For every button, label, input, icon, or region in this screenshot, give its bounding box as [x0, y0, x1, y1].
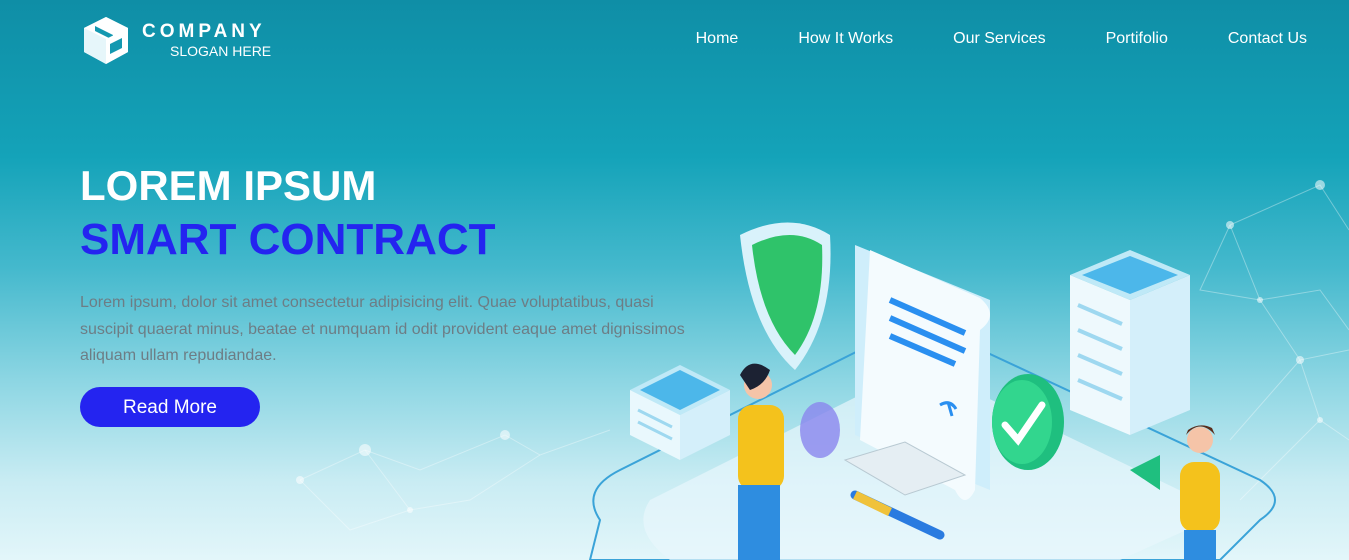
nav-link-home[interactable]: Home: [696, 29, 739, 49]
nav-link-our-services[interactable]: Our Services: [953, 29, 1045, 49]
read-more-button[interactable]: Read More: [80, 387, 260, 427]
shield-graphic: [740, 222, 831, 370]
left-server-graphic: [630, 365, 730, 460]
check-badge-graphic: [992, 374, 1064, 470]
main-nav: Home How It Works Our Services Portifoli…: [696, 29, 1307, 49]
box-logo-icon: [84, 17, 128, 64]
company-name: COMPANY: [142, 21, 266, 42]
right-server-graphic: [1070, 250, 1190, 435]
nav-link-portfolio[interactable]: Portifolio: [1106, 29, 1168, 49]
nav-link-contact-us[interactable]: Contact Us: [1228, 29, 1307, 49]
landing-page: COMPANY SLOGAN HERE Home How It Works Ou…: [0, 0, 1349, 560]
nav-link-how-it-works[interactable]: How It Works: [798, 29, 893, 49]
company-logo[interactable]: COMPANY SLOGAN HERE: [80, 14, 271, 66]
company-slogan: SLOGAN HERE: [170, 43, 272, 59]
smart-contract-illustration: [588, 222, 1276, 560]
